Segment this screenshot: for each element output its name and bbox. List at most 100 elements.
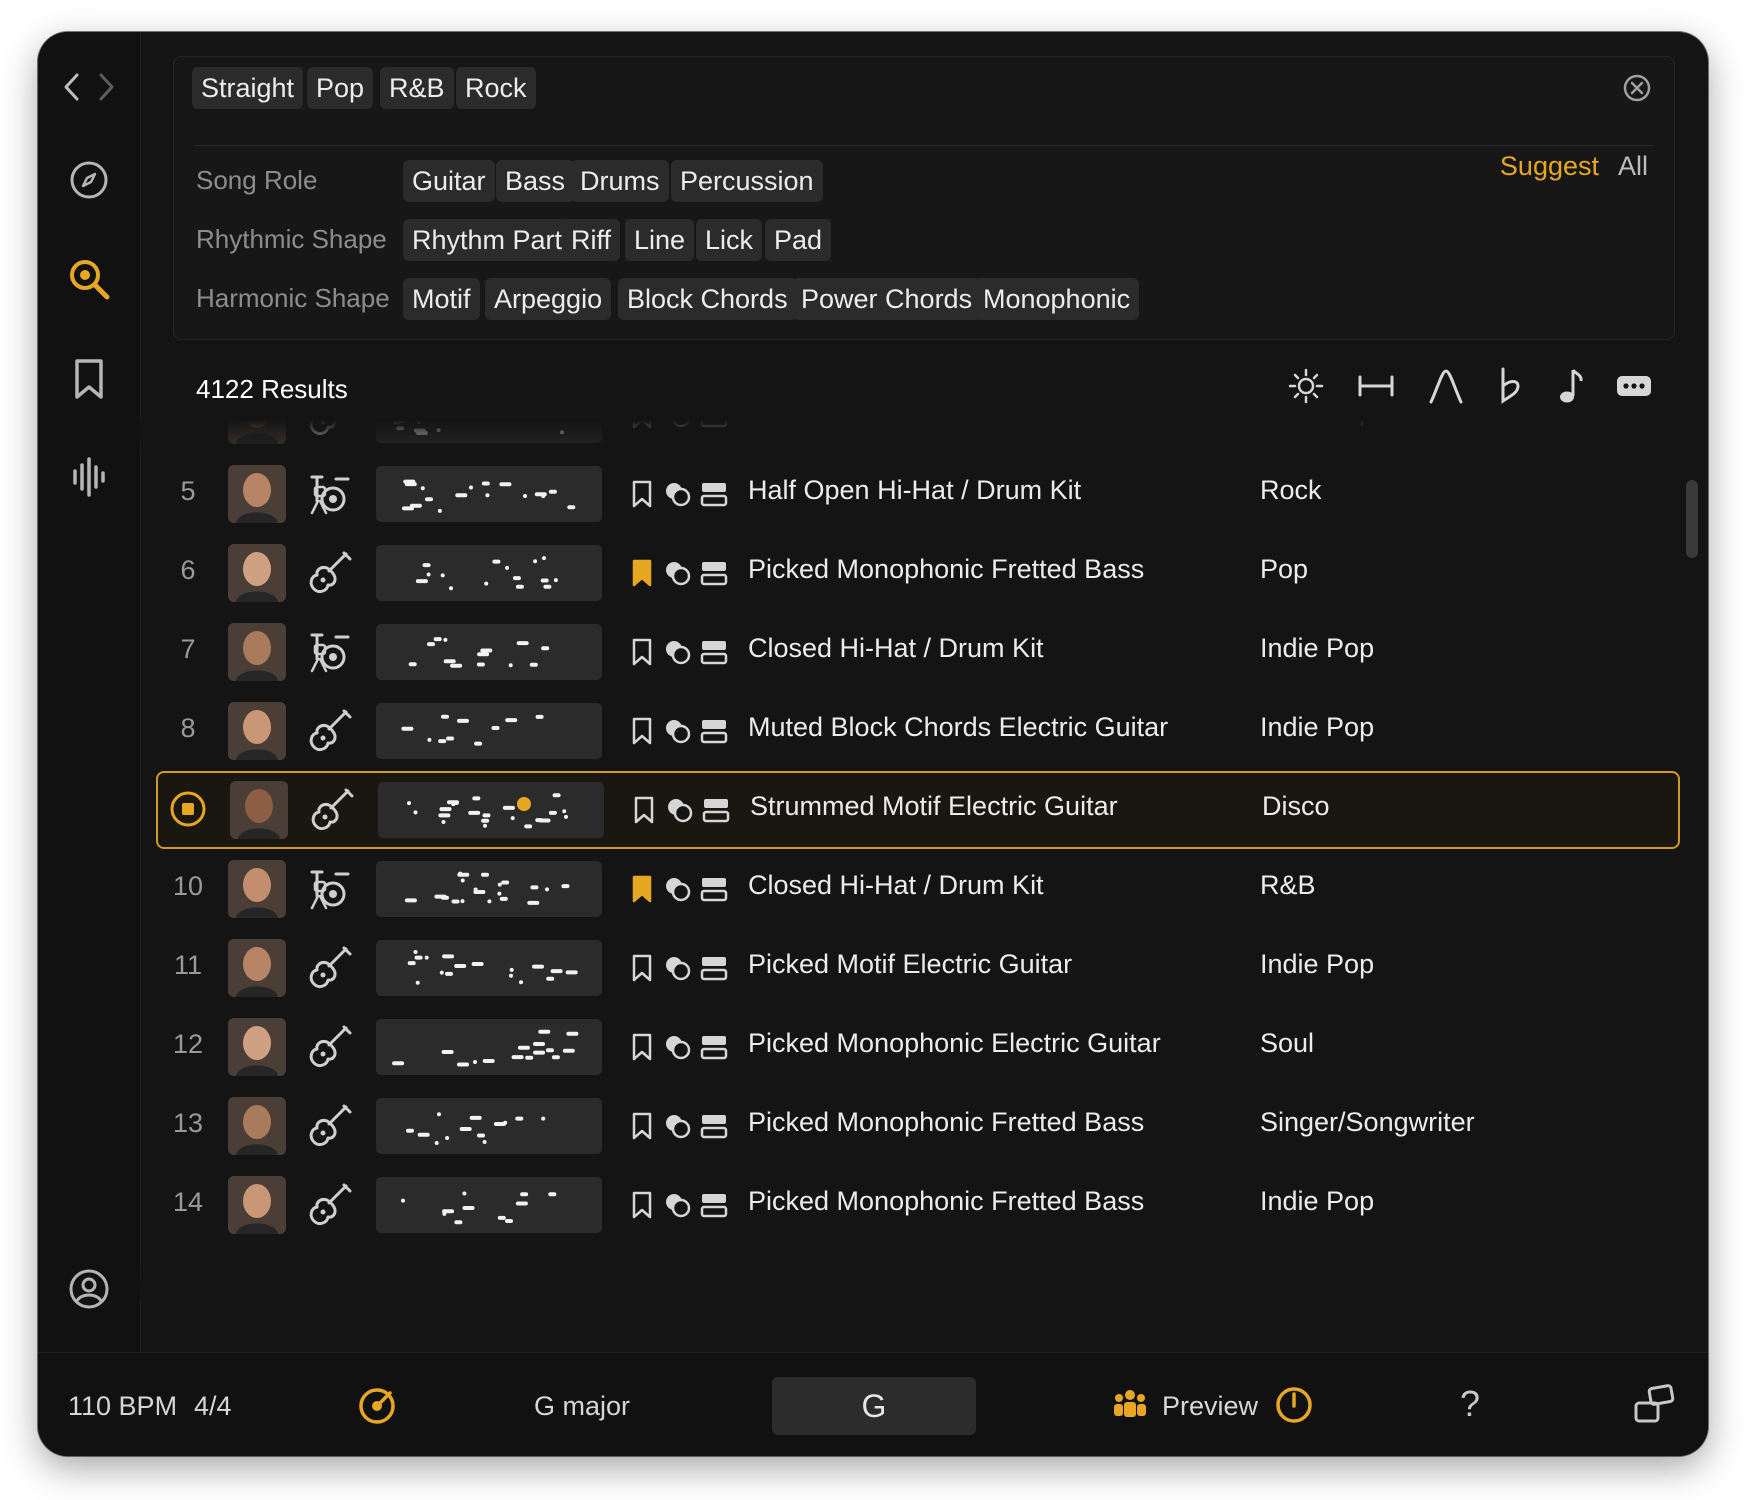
harmonic-shape-power-chords[interactable]: Power Chords xyxy=(792,278,982,320)
table-row[interactable]: 14 Picked Monophonic Fretted Bass Indie … xyxy=(156,1168,1676,1242)
variations-icon[interactable] xyxy=(663,479,693,509)
add-to-track-icon[interactable] xyxy=(699,874,729,904)
variations-icon[interactable] xyxy=(663,716,693,746)
table-row[interactable]: 11 Picked Motif Electric Guitar Indie Po… xyxy=(156,931,1676,1005)
add-to-track-icon[interactable] xyxy=(699,1032,729,1062)
active-tag-pop[interactable]: Pop xyxy=(307,67,374,109)
variations-icon[interactable] xyxy=(663,1032,693,1062)
pattern-note xyxy=(535,714,544,719)
bookmark-icon[interactable] xyxy=(633,795,655,825)
active-tag-straight[interactable]: Straight xyxy=(192,67,304,109)
avatar xyxy=(228,1018,286,1076)
pattern-note xyxy=(505,718,518,723)
variations-icon[interactable] xyxy=(663,637,693,667)
back-arrow-icon[interactable] xyxy=(60,70,84,104)
harmonic-shape-motif[interactable]: Motif xyxy=(403,278,480,320)
bookmark-icon[interactable] xyxy=(631,558,653,588)
rhythmic-shape-line[interactable]: Line xyxy=(625,219,695,261)
add-to-track-icon[interactable] xyxy=(699,953,729,983)
variations-icon[interactable] xyxy=(663,420,693,430)
add-to-track-icon[interactable] xyxy=(699,716,729,746)
list-scrollbar[interactable] xyxy=(1686,480,1698,558)
add-to-track-icon[interactable] xyxy=(699,1111,729,1141)
rhythmic-shape-lick[interactable]: Lick xyxy=(696,219,763,261)
add-to-track-icon[interactable] xyxy=(701,795,731,825)
brightness-icon[interactable] xyxy=(1284,364,1328,408)
bookmark-icon[interactable] xyxy=(631,1190,653,1220)
forward-arrow-icon[interactable] xyxy=(94,70,118,104)
song-role-guitar[interactable]: Guitar xyxy=(403,160,495,202)
table-row[interactable]: 10 Closed Hi-Hat / Drum Kit R&B xyxy=(156,852,1676,926)
table-row[interactable]: 4 xyxy=(156,420,1676,452)
table-row[interactable]: 5 Half Open Hi-Hat / Drum Kit Rock xyxy=(156,457,1676,531)
table-row[interactable]: 7 Closed Hi-Hat / Drum Kit Indie Pop xyxy=(156,615,1676,689)
preview-timer-icon[interactable] xyxy=(1274,1385,1314,1425)
more-icon[interactable] xyxy=(1612,364,1656,408)
bookmark-icon[interactable] xyxy=(631,637,653,667)
harmonic-shape-block-chords[interactable]: Block Chords xyxy=(618,278,797,320)
bookmark-icon[interactable] xyxy=(631,953,653,983)
time-signature-label[interactable]: 4/4 xyxy=(194,1391,232,1422)
add-to-track-icon[interactable] xyxy=(699,1190,729,1220)
pattern-note xyxy=(416,420,421,425)
song-role-bass[interactable]: Bass xyxy=(496,160,575,202)
tempo-label[interactable]: 110 BPM xyxy=(68,1391,177,1422)
note-icon[interactable] xyxy=(1548,364,1592,408)
bookmark-icon[interactable] xyxy=(631,1032,653,1062)
bookmark-icon[interactable] xyxy=(631,1111,653,1141)
row-number: 11 xyxy=(173,950,203,980)
add-to-track-icon[interactable] xyxy=(699,420,729,430)
bookmark-icon[interactable] xyxy=(631,479,653,509)
pattern-note xyxy=(482,1059,495,1063)
harmonic-shape-monophonic[interactable]: Monophonic xyxy=(974,278,1140,320)
table-row[interactable]: 13 Picked Monophonic Fretted Bass Singer… xyxy=(156,1089,1676,1163)
results-count: 4122 Results xyxy=(196,374,348,404)
clear-tags-icon[interactable] xyxy=(1622,73,1652,103)
song-role-percussion[interactable]: Percussion xyxy=(671,160,823,202)
table-row[interactable]: 9 xyxy=(156,771,1680,849)
pattern-note xyxy=(519,980,523,985)
pattern-note xyxy=(415,579,428,584)
key-selector-button[interactable]: G xyxy=(772,1377,976,1435)
preview-label[interactable]: Preview xyxy=(1162,1391,1258,1422)
stop-icon[interactable] xyxy=(168,789,208,829)
intensity-icon[interactable] xyxy=(1424,364,1468,408)
bookmark-icon[interactable] xyxy=(631,874,653,904)
variations-icon[interactable] xyxy=(663,953,693,983)
metronome-icon[interactable] xyxy=(356,1385,398,1427)
active-tag-rnb[interactable]: R&B xyxy=(380,67,454,109)
rhythmic-shape-pad[interactable]: Pad xyxy=(765,219,832,261)
variations-icon[interactable] xyxy=(665,795,695,825)
flat-key-icon[interactable] xyxy=(1488,364,1532,408)
suggest-link[interactable]: Suggest xyxy=(1500,151,1599,182)
bookmark-icon[interactable] xyxy=(631,420,653,430)
window-layout-icon[interactable] xyxy=(1632,1383,1676,1425)
variations-icon[interactable] xyxy=(663,1190,693,1220)
all-link[interactable]: All xyxy=(1618,151,1648,182)
bookmark-icon[interactable] xyxy=(64,354,114,404)
harmonic-shape-arpeggio[interactable]: Arpeggio xyxy=(485,278,612,320)
rhythmic-shape-riff[interactable]: Riff xyxy=(562,219,621,261)
help-button[interactable]: ? xyxy=(1460,1383,1480,1425)
variations-icon[interactable] xyxy=(663,874,693,904)
search-icon[interactable] xyxy=(64,254,114,304)
add-to-track-icon[interactable] xyxy=(699,637,729,667)
bookmark-icon[interactable] xyxy=(631,716,653,746)
add-to-track-icon[interactable] xyxy=(699,558,729,588)
variations-icon[interactable] xyxy=(663,558,693,588)
length-icon[interactable] xyxy=(1354,364,1398,408)
table-row[interactable]: 12 Picked Monophonic Electric Guitar Sou… xyxy=(156,1010,1676,1084)
rhythmic-shape-rhythm-part[interactable]: Rhythm Part xyxy=(403,219,572,261)
loop-title: Half Open Hi-Hat / Drum Kit xyxy=(748,475,1082,505)
key-label[interactable]: G major xyxy=(534,1391,630,1422)
compass-icon[interactable] xyxy=(64,155,114,205)
table-row[interactable]: 6 Picked Monophonic Fretted Bass Pop xyxy=(156,536,1676,610)
table-row[interactable]: 8 Muted Block Chords Electric Guitar Ind… xyxy=(156,694,1676,768)
add-to-track-icon[interactable] xyxy=(699,479,729,509)
active-tag-rock[interactable]: Rock xyxy=(456,67,536,109)
pattern-note xyxy=(414,955,423,960)
song-role-drums[interactable]: Drums xyxy=(571,160,669,202)
pattern-note xyxy=(460,878,465,883)
variations-icon[interactable] xyxy=(663,1111,693,1141)
pattern-note xyxy=(454,1220,463,1225)
